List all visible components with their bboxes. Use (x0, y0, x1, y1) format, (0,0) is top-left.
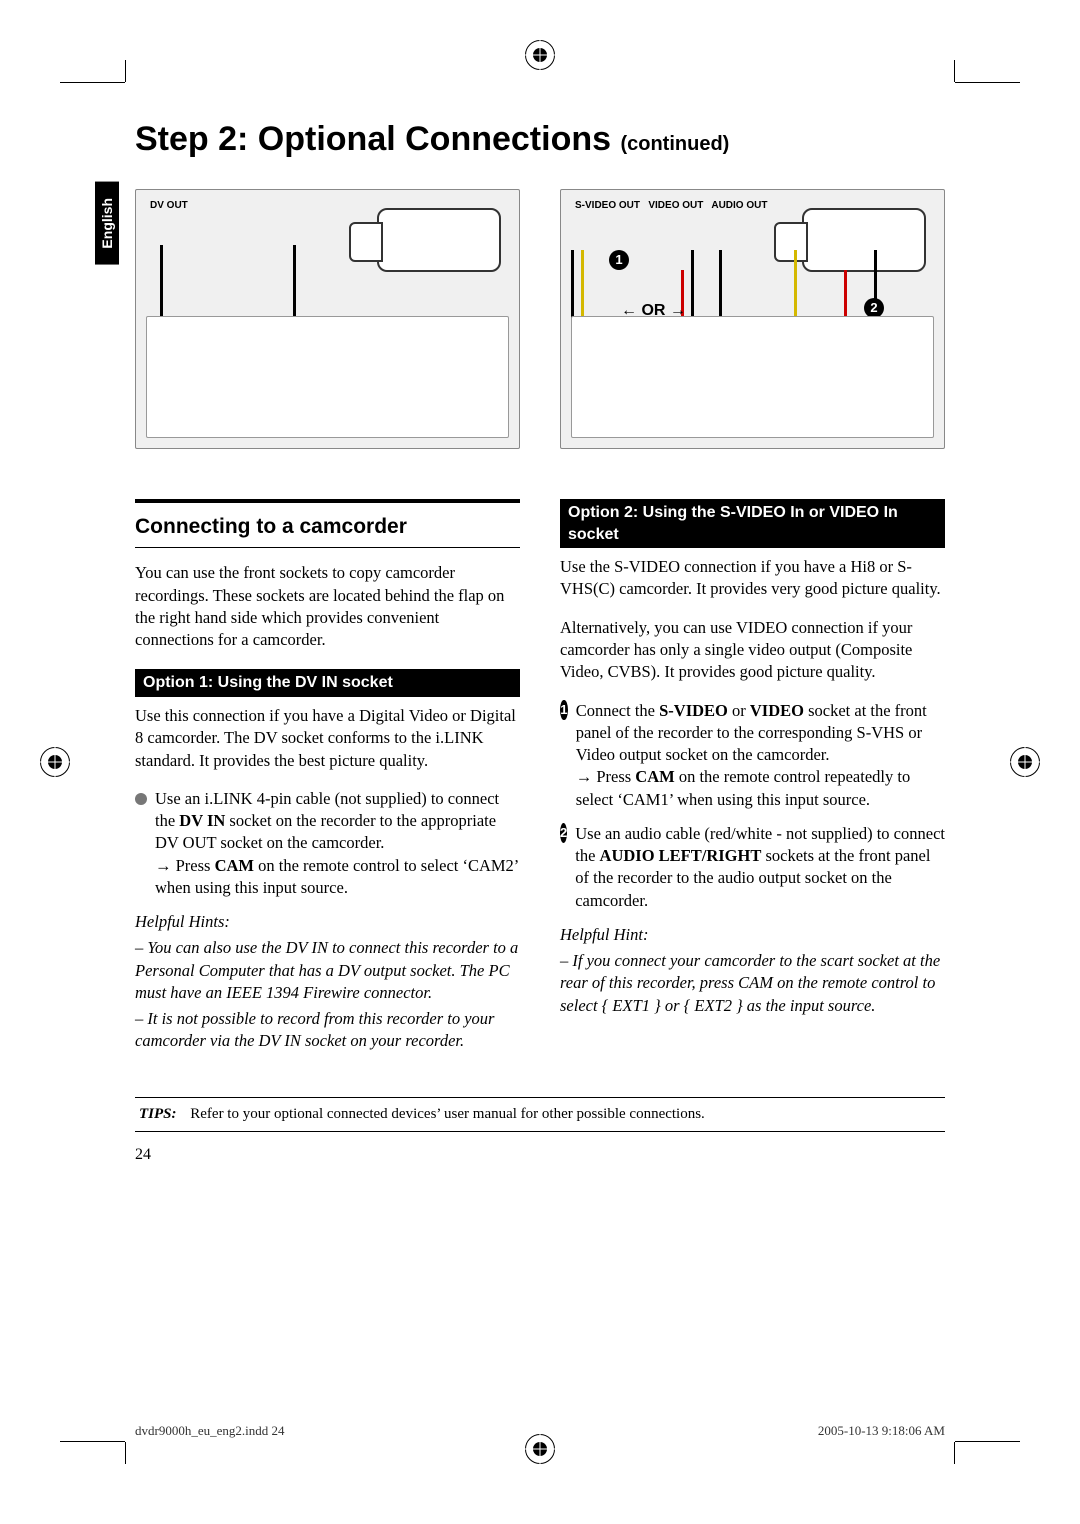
text-bold: AUDIO LEFT/RIGHT (600, 846, 762, 865)
diagram-labels: S-VIDEO OUT VIDEO OUT AUDIO OUT (575, 200, 767, 211)
text: Connect the (576, 701, 659, 720)
crop-mark (955, 82, 1020, 83)
option1-heading: Option 1: Using the DV IN socket (135, 669, 520, 697)
label: VIDEO OUT (648, 200, 703, 211)
step-number-icon: 1 (560, 700, 568, 720)
text-bold: DV IN (179, 811, 225, 830)
text-bold: VIDEO (750, 701, 804, 720)
tips-text: Refer to your optional connected devices… (190, 1106, 705, 1122)
language-tab: English (95, 182, 119, 265)
page-title: Step 2: Optional Connections (continued) (135, 120, 945, 159)
right-column: S-VIDEO OUT VIDEO OUT AUDIO OUT ← OR → 1… (560, 189, 945, 1069)
camcorder-icon (377, 208, 501, 272)
numbered-step: 1 Connect the S-VIDEO or VIDEO socket at… (560, 700, 945, 811)
hint-text: – If you connect your camcorder to the s… (560, 950, 945, 1017)
crop-mark (60, 1441, 125, 1442)
arrow-icon: → (155, 856, 176, 875)
crop-mark (954, 1442, 955, 1464)
hints-label: Helpful Hints: (135, 911, 520, 933)
step-text: Connect the S-VIDEO or VIDEO socket at t… (576, 700, 945, 811)
diagram-svideo-connection: S-VIDEO OUT VIDEO OUT AUDIO OUT ← OR → 1… (560, 189, 945, 449)
callout-1-icon: 1 (609, 250, 629, 270)
registration-mark-icon (1010, 747, 1040, 777)
numbered-step: 2 Use an audio cable (red/white - not su… (560, 823, 945, 912)
option2-heading: Option 2: Using the S-VIDEO In or VIDEO … (560, 499, 945, 548)
crop-mark (60, 82, 125, 83)
crop-mark (954, 60, 955, 82)
footer-file: dvdr9000h_eu_eng2.indd 24 (135, 1423, 284, 1439)
step-number-icon: 2 (560, 823, 567, 843)
registration-mark-icon (525, 40, 555, 70)
hint-text: – It is not possible to record from this… (135, 1008, 520, 1053)
text-bold: CAM (635, 767, 674, 786)
text: Press (596, 767, 635, 786)
recorder-icon (571, 316, 934, 438)
option2-paragraph: Use the S-VIDEO connection if you have a… (560, 556, 945, 601)
registration-mark-icon (40, 747, 70, 777)
option1-paragraph: Use this connection if you have a Digita… (135, 705, 520, 772)
hint-label: Helpful Hint: (560, 924, 945, 946)
divider (135, 547, 520, 548)
option2-paragraph: Alternatively, you can use VIDEO connect… (560, 617, 945, 684)
page-number: 24 (135, 1146, 945, 1164)
text: or (728, 701, 750, 720)
text: Press (176, 856, 215, 875)
label: AUDIO OUT (711, 200, 767, 211)
crop-mark (955, 1441, 1020, 1442)
divider (135, 499, 520, 503)
hint-text: – You can also use the DV IN to connect … (135, 937, 520, 1004)
print-footer: dvdr9000h_eu_eng2.indd 24 2005-10-13 9:1… (135, 1423, 945, 1439)
bullet-text: Use an i.LINK 4-pin cable (not supplied)… (155, 788, 520, 899)
diagram-dv-connection: DV OUT (135, 189, 520, 449)
tips-label: TIPS: (139, 1106, 177, 1122)
bullet-item: Use an i.LINK 4-pin cable (not supplied)… (135, 788, 520, 899)
section-heading: Connecting to a camcorder (135, 513, 520, 541)
step-text: Use an audio cable (red/white - not supp… (575, 823, 945, 912)
bullet-icon (135, 793, 147, 805)
footer-timestamp: 2005-10-13 9:18:06 AM (818, 1423, 945, 1439)
left-column: DV OUT Connecting to a camcorder You can… (135, 189, 520, 1069)
arrow-icon: → (576, 767, 597, 786)
text-bold: S-VIDEO (659, 701, 728, 720)
intro-paragraph: You can use the front sockets to copy ca… (135, 562, 520, 651)
diagram-label-dvout: DV OUT (150, 200, 188, 211)
callout-2-icon: 2 (864, 298, 884, 318)
recorder-icon (146, 316, 509, 438)
tips-box: TIPS: Refer to your optional connected d… (135, 1097, 945, 1132)
title-main: Step 2: Optional Connections (135, 120, 620, 158)
title-continued: (continued) (620, 133, 729, 155)
crop-mark (125, 60, 126, 82)
crop-mark (125, 1442, 126, 1464)
text-bold: CAM (215, 856, 254, 875)
label: S-VIDEO OUT (575, 200, 640, 211)
